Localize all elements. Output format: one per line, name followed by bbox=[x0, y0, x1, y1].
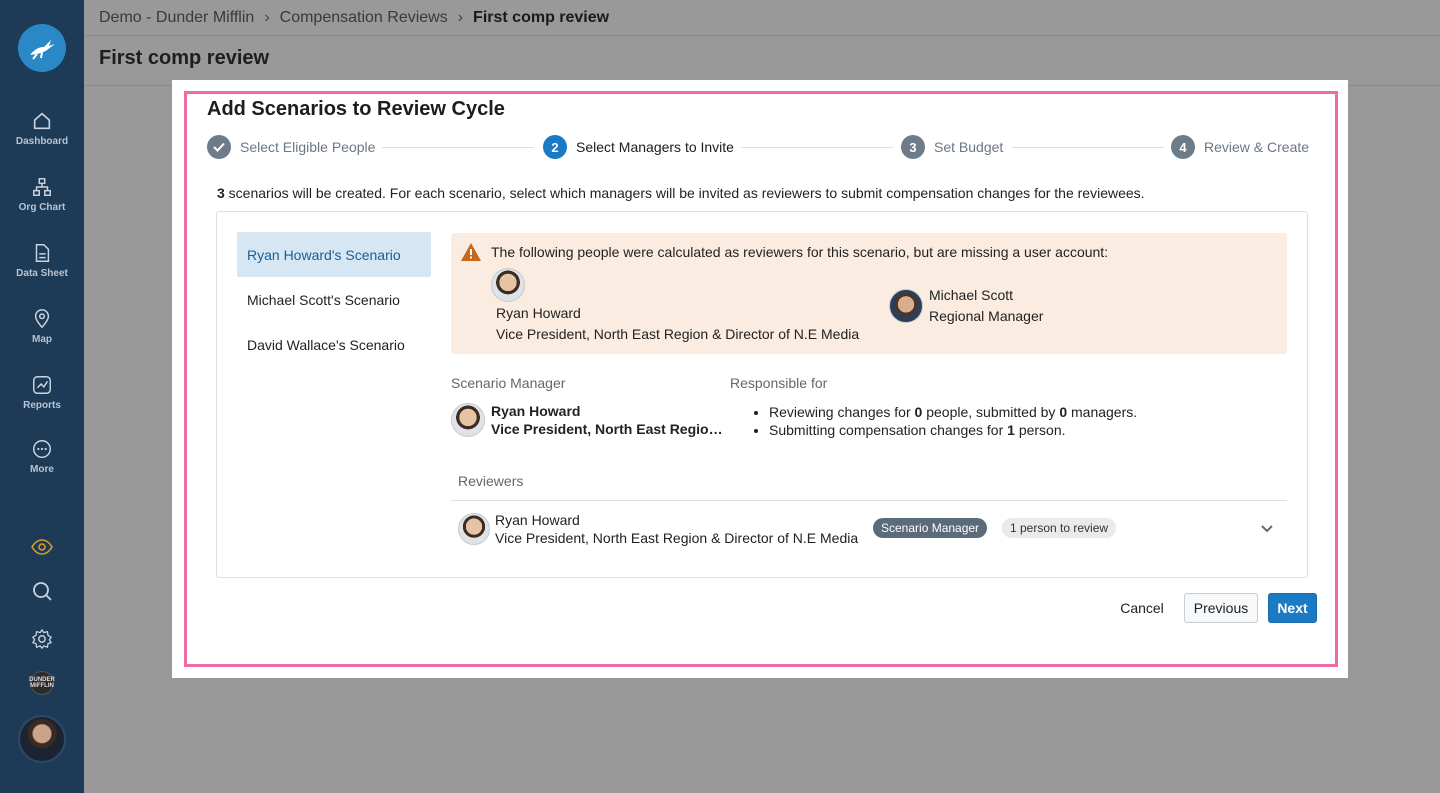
avatar bbox=[889, 289, 923, 323]
responsible-for-label: Responsible for bbox=[730, 375, 828, 391]
eye-icon bbox=[31, 539, 53, 555]
step-select-eligible-people[interactable]: Select Eligible People bbox=[207, 135, 375, 159]
warning-person-name: Michael Scott bbox=[929, 287, 1014, 303]
step-number: 2 bbox=[543, 135, 567, 159]
org-chart-icon bbox=[33, 178, 51, 196]
warning-person-name: Ryan Howard bbox=[496, 305, 581, 321]
map-pin-icon bbox=[34, 309, 50, 329]
company-avatar[interactable]: DUNDER MIFFLIN bbox=[29, 671, 55, 695]
next-button[interactable]: Next bbox=[1268, 593, 1317, 623]
cancel-button[interactable]: Cancel bbox=[1111, 593, 1173, 623]
gear-icon bbox=[32, 629, 52, 649]
nav-label: Org Chart bbox=[18, 202, 66, 213]
review-count-badge: 1 person to review bbox=[1002, 518, 1117, 538]
search-button[interactable] bbox=[30, 579, 54, 603]
reviewer-name: Ryan Howard bbox=[495, 512, 580, 528]
list-item: Submitting compensation changes for 1 pe… bbox=[769, 421, 1137, 439]
chevron-down-icon[interactable] bbox=[1259, 520, 1275, 536]
nav-dashboard[interactable]: Dashboard bbox=[0, 110, 84, 147]
page-title: First comp review bbox=[99, 47, 270, 69]
reviewer-title: Vice President, North East Region & Dire… bbox=[495, 530, 859, 546]
chevron-right-icon: › bbox=[457, 8, 464, 26]
scenario-item-michael-scott[interactable]: Michael Scott's Scenario bbox=[237, 277, 431, 322]
nav-label: Data Sheet bbox=[16, 268, 68, 279]
chart-icon bbox=[33, 376, 51, 394]
search-icon bbox=[33, 582, 52, 601]
step-connector bbox=[1012, 147, 1164, 148]
reviewers-label: Reviewers bbox=[458, 473, 524, 489]
rabbit-logo-icon bbox=[30, 40, 55, 60]
nav-label: Dashboard bbox=[15, 136, 69, 147]
nav-more[interactable]: More bbox=[0, 438, 84, 475]
modal-title: Add Scenarios to Review Cycle bbox=[207, 98, 505, 120]
step-connector bbox=[382, 147, 534, 148]
scenario-item-ryan-howard[interactable]: Ryan Howard's Scenario bbox=[237, 232, 431, 277]
step-connector bbox=[741, 147, 893, 148]
nav-org-chart[interactable]: Org Chart bbox=[0, 176, 84, 213]
nav-label: Map bbox=[32, 334, 52, 345]
logo[interactable] bbox=[18, 24, 66, 72]
list-item: Reviewing changes for 0 people, submitte… bbox=[769, 403, 1137, 421]
breadcrumb: Demo - Dunder Mifflin › Compensation Rev… bbox=[84, 0, 1440, 36]
step-label: Set Budget bbox=[934, 139, 1004, 155]
step-label: Review & Create bbox=[1204, 139, 1310, 155]
scenario-manager-badge: Scenario Manager bbox=[873, 518, 988, 538]
previous-button[interactable]: Previous bbox=[1184, 593, 1258, 623]
home-icon bbox=[33, 112, 51, 130]
scenario-label: Ryan Howard's Scenario bbox=[247, 246, 401, 263]
scenario-label: Michael Scott's Scenario bbox=[247, 291, 400, 308]
user-avatar[interactable] bbox=[18, 715, 66, 763]
document-icon bbox=[35, 244, 50, 262]
nav-label: More bbox=[30, 464, 54, 475]
responsibility-list: Reviewing changes for 0 people, submitte… bbox=[751, 403, 1137, 439]
check-icon bbox=[207, 135, 231, 159]
settings-button[interactable] bbox=[30, 627, 54, 651]
scenario-manager-name: Ryan Howard bbox=[491, 403, 581, 419]
avatar bbox=[458, 513, 490, 545]
scenario-manager-title: Vice President, North East Regio… bbox=[491, 421, 723, 437]
chevron-right-icon: › bbox=[264, 8, 270, 26]
scenario-label: David Wallace's Scenario bbox=[247, 336, 405, 353]
step-number: 4 bbox=[1171, 135, 1195, 159]
scenario-count: 3 bbox=[217, 185, 225, 201]
breadcrumb-item[interactable]: Compensation Reviews bbox=[280, 9, 448, 27]
nav-label: Reports bbox=[23, 400, 61, 411]
avatar bbox=[451, 403, 485, 437]
step-select-managers[interactable]: 2 Select Managers to Invite bbox=[543, 135, 734, 159]
divider bbox=[451, 500, 1287, 501]
nav-reports[interactable]: Reports bbox=[0, 374, 84, 411]
scenario-item-david-wallace[interactable]: David Wallace's Scenario bbox=[237, 322, 431, 367]
step-review-create[interactable]: 4 Review & Create bbox=[1171, 135, 1309, 159]
step-label: Select Managers to Invite bbox=[576, 139, 734, 155]
warning-icon bbox=[461, 243, 481, 261]
avatar bbox=[491, 268, 525, 302]
warning-person-title: Regional Manager bbox=[929, 308, 1044, 324]
breadcrumb-item[interactable]: Demo - Dunder Mifflin bbox=[99, 9, 254, 27]
nav-data-sheet[interactable]: Data Sheet bbox=[0, 242, 84, 279]
scenario-manager-label: Scenario Manager bbox=[451, 375, 566, 391]
sidebar: Dashboard Org Chart Data Sheet Map Repor… bbox=[0, 0, 84, 793]
breadcrumb-current: First comp review bbox=[473, 8, 610, 26]
step-number: 3 bbox=[901, 135, 925, 159]
nav-map[interactable]: Map bbox=[0, 308, 84, 345]
step-set-budget[interactable]: 3 Set Budget bbox=[901, 135, 1003, 159]
more-icon bbox=[33, 440, 51, 458]
step-label: Select Eligible People bbox=[240, 139, 376, 155]
warning-text: The following people were calculated as … bbox=[491, 244, 1109, 260]
intro-text: 3 scenarios will be created. For each sc… bbox=[217, 185, 1145, 201]
view-as-button[interactable] bbox=[30, 535, 54, 559]
warning-person-title: Vice President, North East Region & Dire… bbox=[496, 326, 860, 342]
intro-body: scenarios will be created. For each scen… bbox=[224, 185, 1145, 201]
